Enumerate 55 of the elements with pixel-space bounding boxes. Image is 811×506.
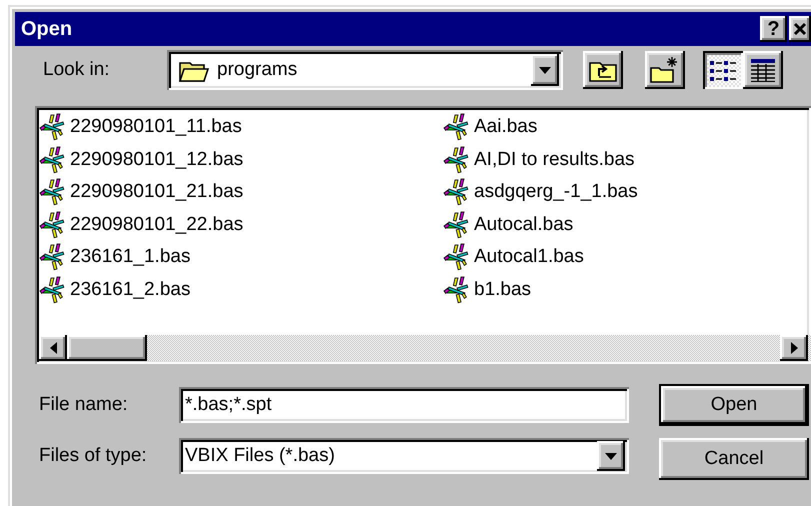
folder-name: programs (217, 59, 298, 81)
file-item[interactable]: 2290980101_11.bas (39, 111, 443, 144)
dropdown-button[interactable] (531, 54, 559, 86)
right-arrow-icon (790, 342, 798, 354)
file-name: b1.bas (474, 278, 532, 301)
file-name: asdgqerg_-1_1.bas (474, 181, 638, 204)
list-view-icon (710, 59, 736, 81)
scroll-left-button[interactable] (39, 335, 67, 361)
dropdown-button[interactable] (597, 441, 625, 471)
file-item[interactable]: 2290980101_22.bas (39, 208, 443, 241)
file-item[interactable]: Autocal.bas (443, 208, 811, 241)
close-icon (793, 22, 807, 36)
cancel-button[interactable]: Cancel (659, 438, 809, 480)
details-view-button[interactable] (743, 51, 783, 89)
file-name: 2290980101_21.bas (70, 181, 244, 204)
file-item[interactable]: 236161_1.bas (39, 241, 443, 274)
look-in-label: Look in: (43, 59, 111, 81)
file-item[interactable]: asdgqerg_-1_1.bas (443, 176, 811, 208)
list-view-button[interactable] (703, 51, 743, 89)
close-button[interactable] (789, 16, 811, 42)
file-name: AI,DI to results.bas (474, 148, 635, 171)
file-type-value: VBIX Files (*.bas) (185, 445, 335, 467)
file-name: 236161_1.bas (70, 246, 190, 268)
scroll-right-button[interactable] (780, 335, 808, 361)
file-item[interactable]: 236161_2.bas (39, 274, 443, 306)
file-item[interactable]: 2290980101_21.bas (39, 176, 443, 208)
file-name: Autocal.bas (474, 214, 574, 236)
new-folder-button[interactable] (645, 51, 685, 89)
file-item[interactable]: Aai.bas (443, 111, 811, 144)
file-name: 2290980101_11.bas (70, 116, 242, 138)
file-name: 236161_2.bas (70, 278, 190, 301)
up-folder-button[interactable] (583, 51, 623, 89)
help-button[interactable]: ? (760, 16, 787, 42)
left-arrow-icon (50, 342, 56, 354)
file-type-dropdown[interactable]: VBIX Files (*.bas) (179, 438, 629, 474)
look-in-dropdown[interactable]: programs (167, 50, 563, 90)
file-name: 2290980101_22.bas (70, 214, 244, 236)
scrollbar-thumb[interactable] (67, 335, 147, 361)
horizontal-scrollbar[interactable] (39, 335, 811, 361)
file-name: 2290980101_12.bas (70, 148, 244, 171)
file-item[interactable]: b1.bas (443, 274, 811, 306)
file-item[interactable]: Autocal1.bas (443, 241, 811, 274)
file-item[interactable]: 2290980101_12.bas (39, 144, 443, 176)
file-type-label: Files of type: (39, 445, 148, 467)
new-folder-icon (650, 57, 680, 83)
file-name-label: File name: (39, 394, 129, 416)
window-title: Open (21, 18, 74, 40)
open-button[interactable]: Open (659, 384, 809, 426)
caret-icon (539, 66, 551, 74)
file-item[interactable]: AI,DI to results.bas (443, 144, 811, 176)
file-name: Aai.bas (474, 116, 538, 138)
file-name: Autocal1.bas (474, 246, 584, 268)
file-name-field[interactable]: *.bas;*.spt (179, 387, 629, 423)
details-view-icon (750, 58, 776, 82)
caret-icon (605, 452, 617, 460)
